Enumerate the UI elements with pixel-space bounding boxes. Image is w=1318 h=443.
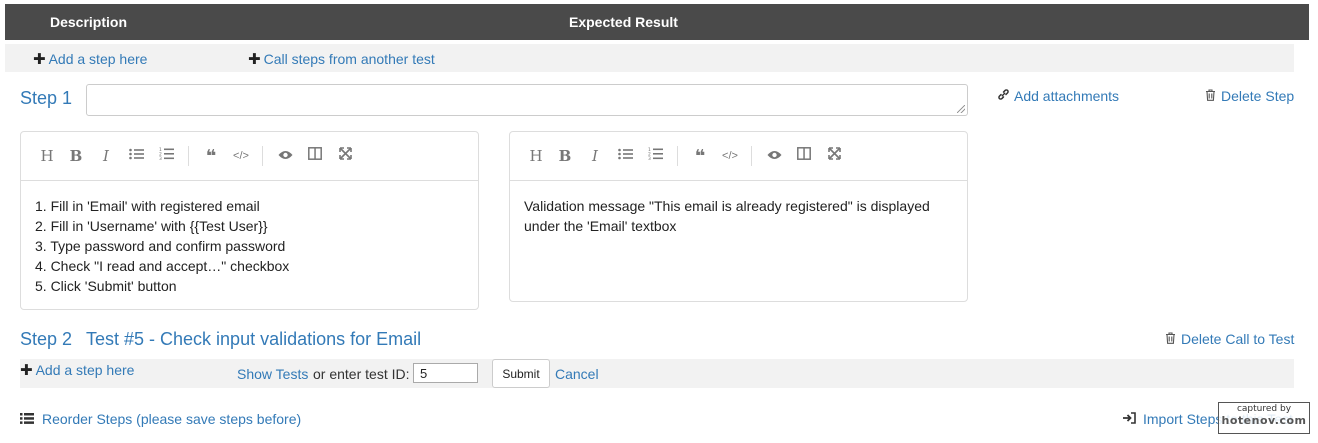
add-step-bar bbox=[20, 359, 1294, 388]
preview-icon[interactable] bbox=[276, 147, 294, 165]
link-icon bbox=[997, 88, 1011, 104]
show-tests-link[interactable]: Show Tests bbox=[237, 366, 308, 382]
italic-icon[interactable]: I bbox=[586, 147, 604, 165]
unordered-list-icon[interactable] bbox=[127, 147, 145, 165]
unordered-list-icon[interactable] bbox=[616, 147, 634, 165]
preview-icon[interactable] bbox=[765, 147, 783, 165]
capture-watermark: captured by hotenov.com bbox=[1218, 402, 1310, 434]
delete-step-link[interactable]: Delete Step bbox=[1205, 88, 1294, 104]
ordered-list-icon[interactable]: 123 bbox=[157, 147, 175, 165]
fullscreen-icon[interactable] bbox=[336, 147, 354, 165]
heading-icon[interactable]: H bbox=[527, 147, 545, 165]
step-1-title-input[interactable] bbox=[86, 84, 968, 116]
resize-handle-icon[interactable] bbox=[957, 105, 965, 113]
code-icon[interactable]: </> bbox=[232, 147, 250, 165]
trash-icon bbox=[1165, 331, 1178, 347]
step-1-label: Step 1 bbox=[20, 88, 73, 108]
toolbar-divider bbox=[262, 146, 263, 166]
description-line: 3. Type password and confirm password bbox=[35, 238, 286, 254]
expected-line: under the 'Email' textbox bbox=[524, 218, 677, 234]
call-steps-link[interactable]: ✚ Call steps from another test bbox=[248, 50, 435, 68]
plus-icon: ✚ bbox=[20, 362, 33, 379]
quote-icon[interactable]: ❝ bbox=[691, 147, 709, 165]
quote-icon[interactable]: ❝ bbox=[202, 147, 220, 165]
heading-icon[interactable]: H bbox=[38, 147, 56, 165]
description-line: 2. Fill in 'Username' with {{Test User}} bbox=[35, 218, 268, 234]
expected-editor-content[interactable]: Validation message "This email is alread… bbox=[510, 181, 967, 251]
code-icon[interactable]: </> bbox=[721, 147, 739, 165]
add-step-link-top[interactable]: ✚ Add a step here bbox=[33, 50, 147, 68]
submit-button[interactable]: Submit bbox=[492, 359, 550, 388]
fullscreen-icon[interactable] bbox=[825, 147, 843, 165]
italic-icon[interactable]: I bbox=[97, 147, 115, 165]
step-2-label: Step 2 bbox=[20, 329, 73, 349]
expected-line: Validation message "This email is alread… bbox=[524, 198, 930, 214]
top-actions-bar bbox=[5, 44, 1294, 72]
expected-result-column-header: Expected Result bbox=[569, 14, 678, 30]
description-editor[interactable]: H B I 123 ❝ </> 1. Fill in 'Email' with … bbox=[20, 131, 479, 310]
ordered-list-icon[interactable]: 123 bbox=[646, 147, 664, 165]
reorder-steps-link[interactable]: Reorder Steps (please save steps before) bbox=[20, 411, 301, 427]
bold-icon[interactable]: B bbox=[67, 147, 85, 165]
called-test-link[interactable]: Test #5 - Check input validations for Em… bbox=[86, 329, 421, 350]
cancel-link[interactable]: Cancel bbox=[555, 366, 599, 382]
plus-icon: ✚ bbox=[33, 51, 46, 68]
description-line: 4. Check "I read and accept…" checkbox bbox=[35, 258, 290, 274]
add-attachments-link[interactable]: Add attachments bbox=[997, 88, 1119, 104]
side-by-side-icon[interactable] bbox=[795, 147, 813, 165]
enter-test-id-label: or enter test ID: bbox=[313, 366, 410, 382]
trash-icon bbox=[1205, 88, 1218, 104]
description-line: 1. Fill in 'Email' with registered email bbox=[35, 198, 260, 214]
plus-icon: ✚ bbox=[248, 51, 261, 68]
expected-editor-toolbar: H B I 123 ❝ </> bbox=[510, 132, 967, 181]
import-icon bbox=[1123, 411, 1137, 427]
test-id-input[interactable] bbox=[413, 363, 478, 383]
expected-result-editor[interactable]: H B I 123 ❝ </> Validation message "This… bbox=[509, 131, 968, 302]
description-column-header: Description bbox=[50, 14, 128, 30]
description-editor-content[interactable]: 1. Fill in 'Email' with registered email… bbox=[21, 181, 478, 311]
description-editor-toolbar: H B I 123 ❝ </> bbox=[21, 132, 478, 181]
delete-call-link[interactable]: Delete Call to Test bbox=[1165, 331, 1294, 347]
list-icon bbox=[20, 411, 36, 427]
toolbar-divider bbox=[751, 146, 752, 166]
side-by-side-icon[interactable] bbox=[306, 147, 324, 165]
description-line: 5. Click 'Submit' button bbox=[35, 278, 177, 294]
add-step-link-bottom[interactable]: ✚ Add a step here bbox=[20, 361, 134, 379]
toolbar-divider bbox=[677, 146, 678, 166]
table-header: Description Expected Result bbox=[5, 4, 1309, 40]
svg-text:3: 3 bbox=[159, 156, 162, 160]
toolbar-divider bbox=[188, 146, 189, 166]
bold-icon[interactable]: B bbox=[556, 147, 574, 165]
svg-text:3: 3 bbox=[648, 156, 651, 160]
